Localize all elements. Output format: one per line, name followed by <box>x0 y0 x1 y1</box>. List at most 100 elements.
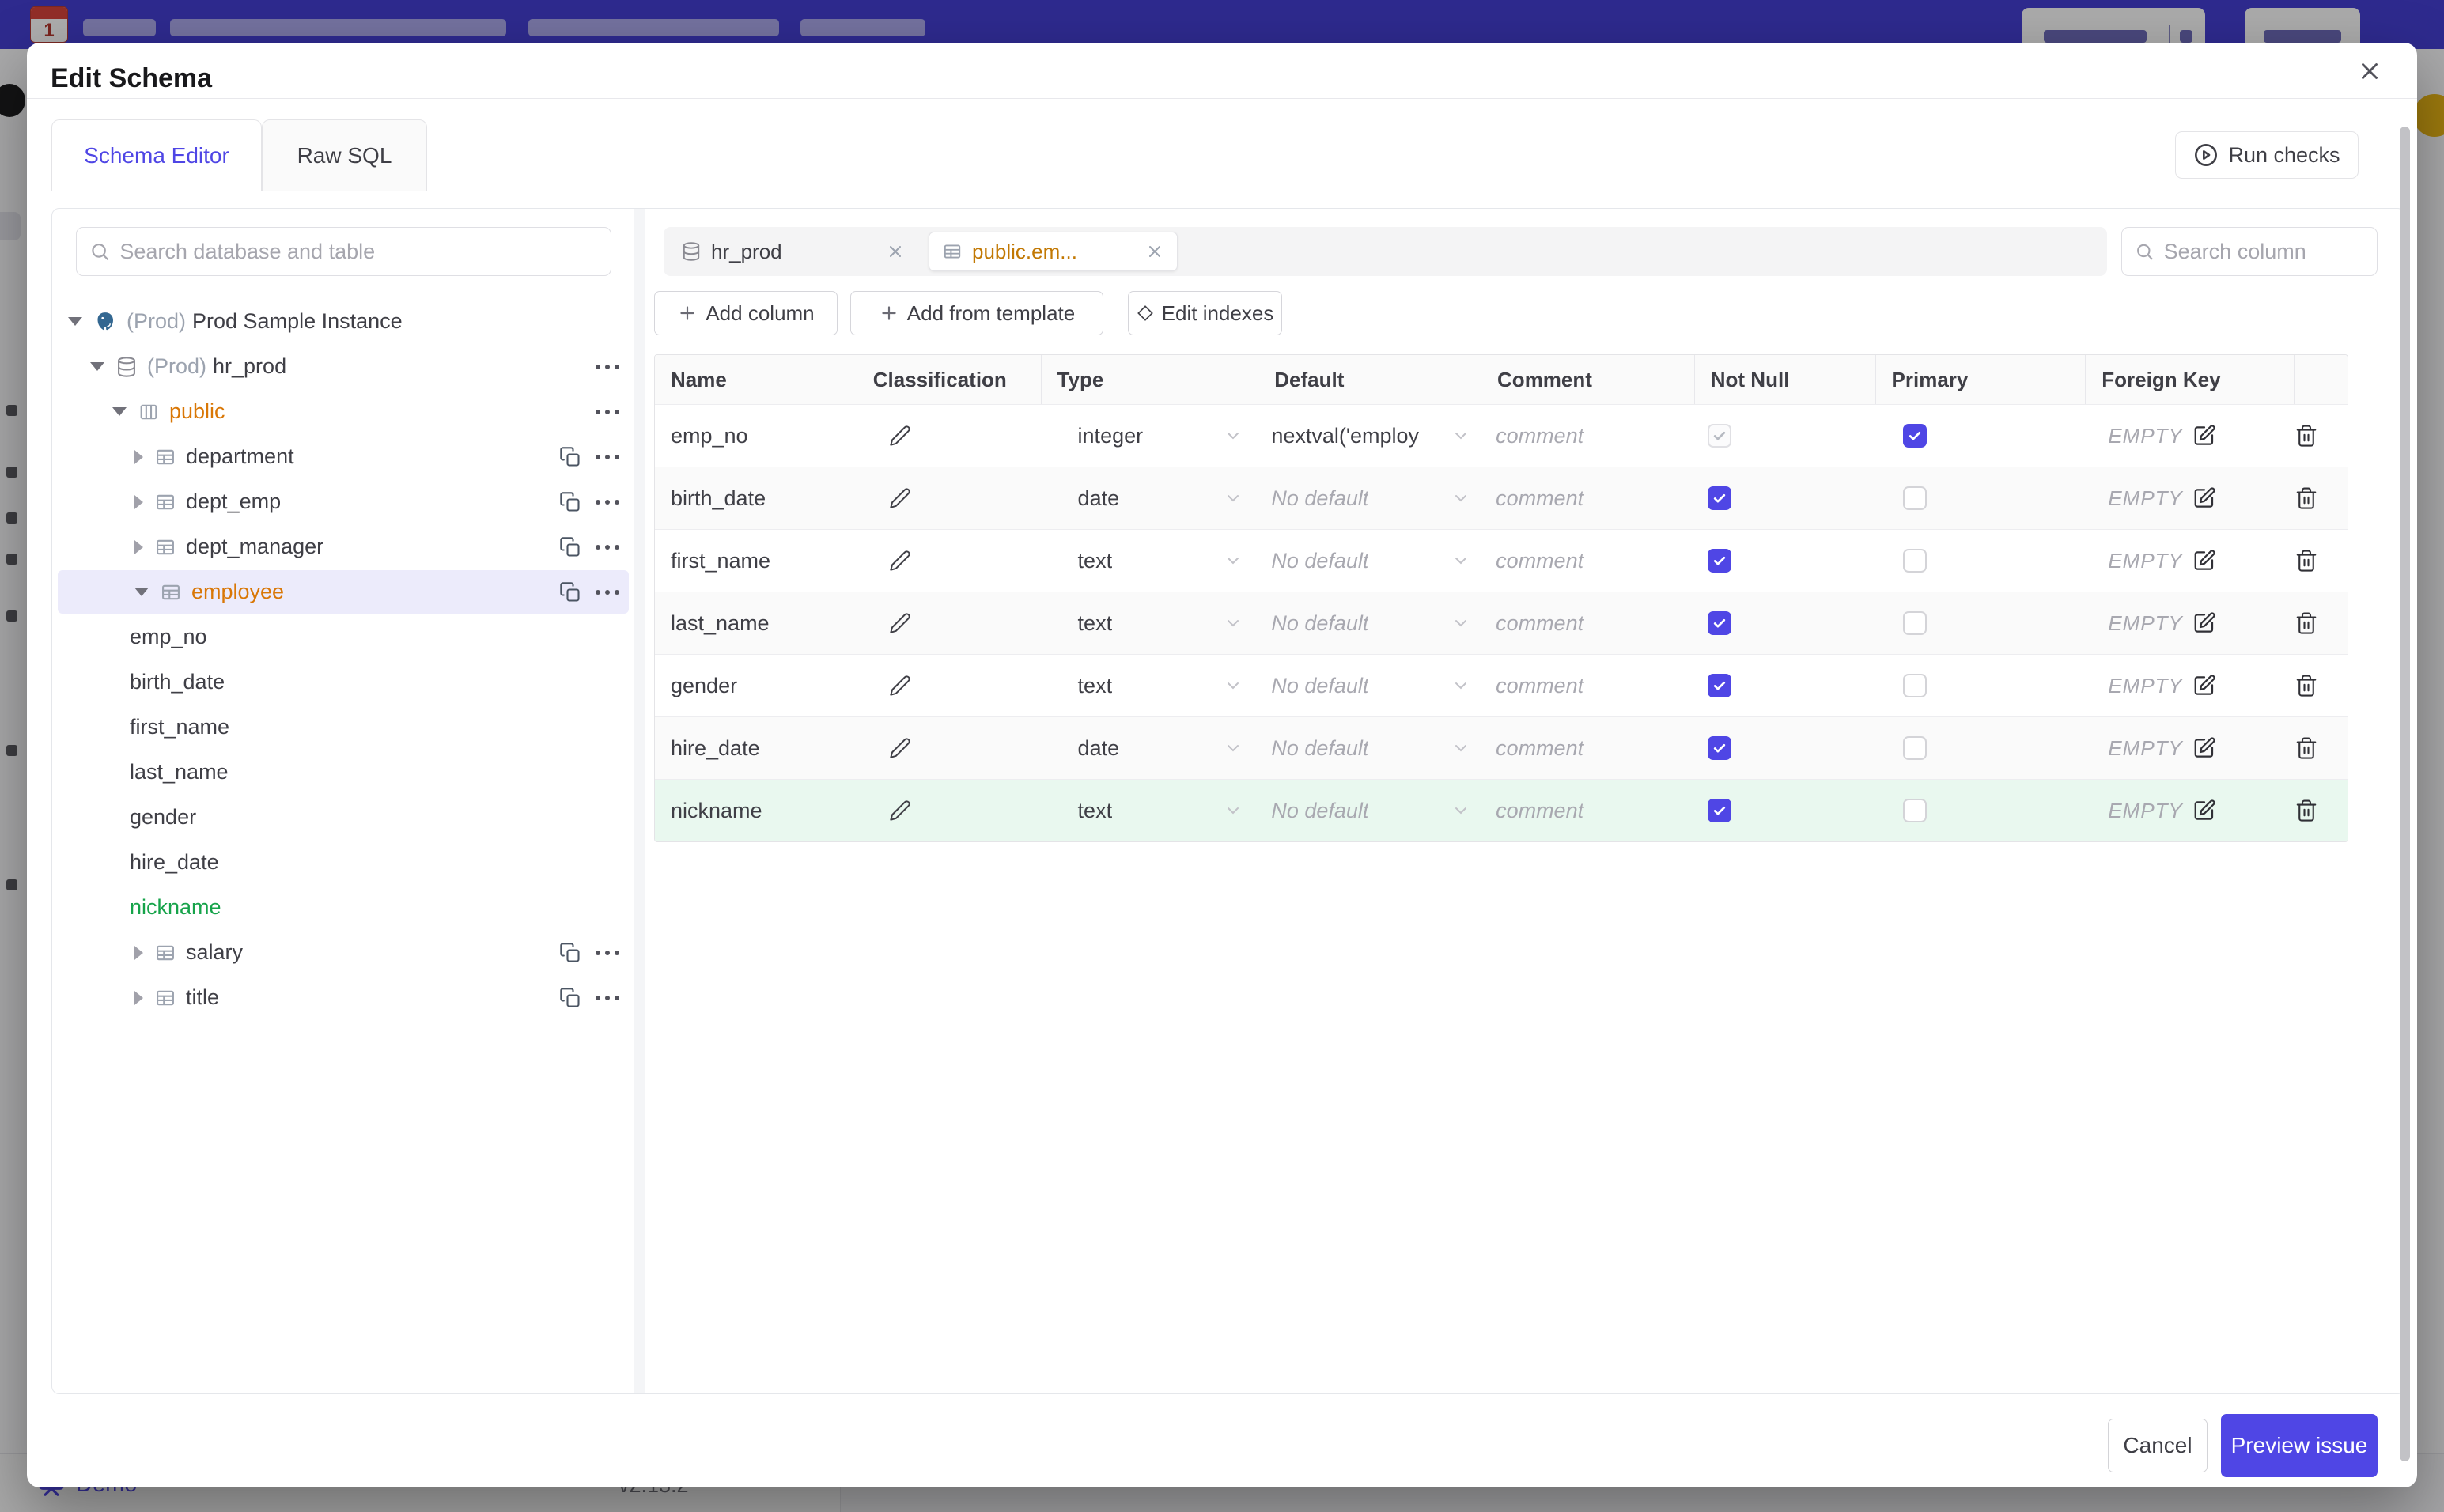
more-actions-icon[interactable] <box>596 950 619 955</box>
comment-input[interactable]: comment <box>1481 530 1695 592</box>
column-search[interactable] <box>2121 227 2378 276</box>
more-actions-icon[interactable] <box>596 364 619 369</box>
primary-checkbox[interactable] <box>1902 549 1927 573</box>
delete-column-icon[interactable] <box>2295 799 2318 822</box>
edit-foreign-key-icon[interactable] <box>2192 736 2216 760</box>
comment-input[interactable]: comment <box>1481 592 1695 654</box>
column-name[interactable]: first_name <box>655 530 857 592</box>
not-null-checkbox[interactable] <box>1707 486 1731 510</box>
delete-column-icon[interactable] <box>2295 486 2318 510</box>
comment-input[interactable]: comment <box>1481 780 1695 841</box>
delete-column-icon[interactable] <box>2295 549 2318 573</box>
run-checks-button[interactable]: Run checks <box>2175 131 2359 179</box>
tree-item-birth-date[interactable]: birth_date <box>52 660 634 705</box>
tree-item-employee[interactable]: employee <box>52 569 634 614</box>
tab-raw-sql[interactable]: Raw SQL <box>262 119 427 191</box>
tree-item-hr-prod[interactable]: (Prod) hr_prod <box>52 344 634 389</box>
not-null-checkbox[interactable] <box>1707 424 1731 448</box>
column-name[interactable]: emp_no <box>655 405 857 467</box>
delete-column-icon[interactable] <box>2295 424 2318 448</box>
default-select[interactable]: No default <box>1258 780 1481 841</box>
copy-icon[interactable] <box>559 987 581 1009</box>
column-name[interactable]: hire_date <box>655 717 857 779</box>
copy-icon[interactable] <box>559 942 581 964</box>
not-null-checkbox[interactable] <box>1707 799 1731 822</box>
editor-tab-public-employee[interactable]: public.em... <box>929 232 1178 271</box>
comment-input[interactable]: comment <box>1481 717 1695 779</box>
close-tab-icon[interactable] <box>886 242 905 261</box>
pencil-icon[interactable] <box>889 737 911 759</box>
default-select[interactable]: No default <box>1258 467 1481 529</box>
tree-search[interactable] <box>76 227 611 276</box>
default-select[interactable]: nextval('employ <box>1258 405 1481 467</box>
column-name[interactable]: nickname <box>655 780 857 841</box>
default-select[interactable]: No default <box>1258 655 1481 716</box>
cancel-button[interactable]: Cancel <box>2108 1419 2208 1472</box>
primary-checkbox[interactable] <box>1902 486 1927 510</box>
add-column-button[interactable]: Add column <box>654 291 838 335</box>
column-name[interactable]: last_name <box>655 592 857 654</box>
scrollbar-thumb[interactable] <box>2400 127 2410 1461</box>
tree-caret-icon[interactable] <box>90 362 104 371</box>
type-select[interactable]: text <box>1042 780 1259 841</box>
close-icon[interactable] <box>2351 52 2389 90</box>
tree-caret-icon[interactable] <box>134 588 149 596</box>
add-from-template-button[interactable]: Add from template <box>850 291 1103 335</box>
edit-indexes-button[interactable]: Edit indexes <box>1128 291 1282 335</box>
tree-caret-icon[interactable] <box>134 945 143 960</box>
tree-caret-icon[interactable] <box>134 990 143 1005</box>
panel-divider[interactable] <box>634 209 645 1393</box>
tree-caret-icon[interactable] <box>134 539 143 554</box>
preview-issue-button[interactable]: Preview issue <box>2221 1414 2378 1477</box>
tree-caret-icon[interactable] <box>134 494 143 509</box>
pencil-icon[interactable] <box>889 612 911 634</box>
column-search-input[interactable] <box>2163 239 2377 264</box>
type-select[interactable]: integer <box>1042 405 1259 467</box>
edit-foreign-key-icon[interactable] <box>2192 799 2216 822</box>
column-name[interactable]: birth_date <box>655 467 857 529</box>
copy-icon[interactable] <box>559 581 581 603</box>
tree-caret-icon[interactable] <box>68 317 82 326</box>
tree-item-gender[interactable]: gender <box>52 795 634 840</box>
not-null-checkbox[interactable] <box>1707 549 1731 573</box>
delete-column-icon[interactable] <box>2295 674 2318 697</box>
tree-caret-icon[interactable] <box>112 407 127 416</box>
more-actions-icon[interactable] <box>596 499 619 505</box>
primary-checkbox[interactable] <box>1902 736 1927 760</box>
tree-caret-icon[interactable] <box>134 449 143 464</box>
tree-item-salary[interactable]: salary <box>52 930 634 975</box>
tree-item-first-name[interactable]: first_name <box>52 705 634 750</box>
pencil-icon[interactable] <box>889 675 911 697</box>
editor-tab-hr-prod[interactable]: hr_prod <box>668 232 917 271</box>
tree-search-input[interactable] <box>119 239 611 264</box>
tree-item-nickname[interactable]: nickname <box>52 885 634 930</box>
tree-item-hire-date[interactable]: hire_date <box>52 840 634 885</box>
pencil-icon[interactable] <box>889 425 911 447</box>
type-select[interactable]: text <box>1042 655 1259 716</box>
edit-foreign-key-icon[interactable] <box>2192 611 2216 635</box>
comment-input[interactable]: comment <box>1481 405 1695 467</box>
tree-item-title[interactable]: title <box>52 975 634 1020</box>
not-null-checkbox[interactable] <box>1707 674 1731 697</box>
more-actions-icon[interactable] <box>596 544 619 550</box>
tree-item-department[interactable]: department <box>52 434 634 479</box>
pencil-icon[interactable] <box>889 550 911 572</box>
tree-item-last-name[interactable]: last_name <box>52 750 634 795</box>
default-select[interactable]: No default <box>1258 717 1481 779</box>
tree-item-public[interactable]: public <box>52 389 634 434</box>
tree-item-dept-emp[interactable]: dept_emp <box>52 479 634 524</box>
not-null-checkbox[interactable] <box>1707 611 1731 635</box>
type-select[interactable]: date <box>1042 717 1259 779</box>
primary-checkbox[interactable] <box>1902 424 1927 448</box>
type-select[interactable]: date <box>1042 467 1259 529</box>
tree-item-dept-manager[interactable]: dept_manager <box>52 524 634 569</box>
not-null-checkbox[interactable] <box>1707 736 1731 760</box>
comment-input[interactable]: comment <box>1481 655 1695 716</box>
pencil-icon[interactable] <box>889 799 911 822</box>
type-select[interactable]: text <box>1042 592 1259 654</box>
edit-foreign-key-icon[interactable] <box>2192 674 2216 697</box>
edit-foreign-key-icon[interactable] <box>2192 549 2216 573</box>
more-actions-icon[interactable] <box>596 995 619 1000</box>
tree-item-prod-sample-instance[interactable]: (Prod) Prod Sample Instance <box>52 299 634 344</box>
primary-checkbox[interactable] <box>1902 799 1927 822</box>
